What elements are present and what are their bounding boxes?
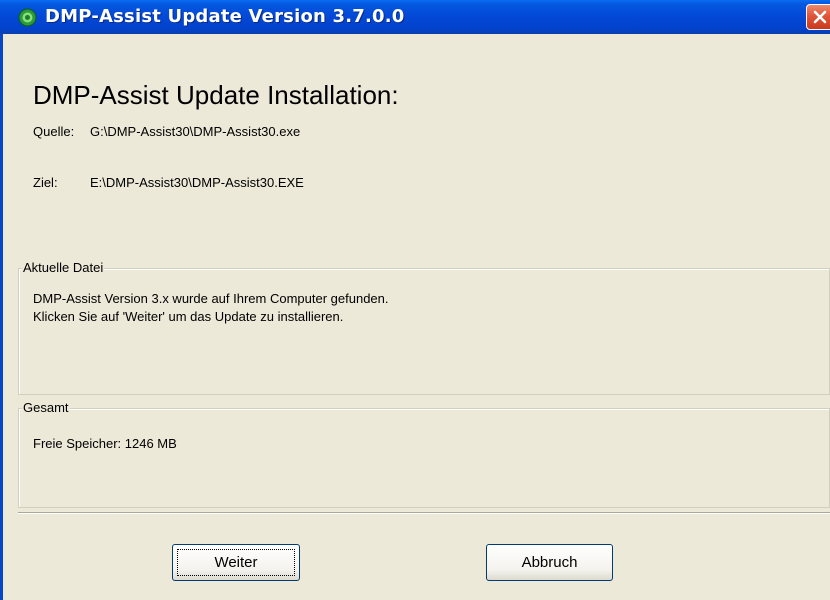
current-file-legend: Aktuelle Datei [22, 260, 105, 275]
next-button[interactable]: Weiter [172, 544, 300, 581]
source-path: G:\DMP-Assist30\DMP-Assist30.exe [90, 124, 301, 139]
title-bar[interactable]: DMP-Assist Update Version 3.7.0.0 [0, 0, 830, 34]
current-file-line2: Klicken Sie auf 'Weiter' um das Update z… [33, 309, 344, 324]
divider [18, 512, 830, 514]
page-title: DMP-Assist Update Installation: [33, 80, 399, 110]
current-file-line1: DMP-Assist Version 3.x wurde auf Ihrem C… [33, 291, 389, 306]
current-file-group [18, 268, 830, 395]
gear-icon [18, 8, 37, 27]
cancel-button[interactable]: Abbruch [486, 544, 613, 581]
free-space-text: Freie Speicher: 1246 MB [33, 436, 177, 451]
total-group [18, 408, 830, 508]
window-title: DMP-Assist Update Version 3.7.0.0 [45, 6, 405, 27]
close-icon [813, 10, 827, 24]
window-frame-left [0, 34, 3, 600]
close-button[interactable] [806, 4, 830, 30]
target-path: E:\DMP-Assist30\DMP-Assist30.EXE [90, 175, 304, 190]
source-label: Quelle: [33, 124, 75, 139]
focus-indicator [177, 549, 295, 576]
total-legend: Gesamt [22, 400, 70, 415]
cancel-button-label: Abbruch [521, 554, 578, 571]
target-label: Ziel: [33, 175, 58, 190]
